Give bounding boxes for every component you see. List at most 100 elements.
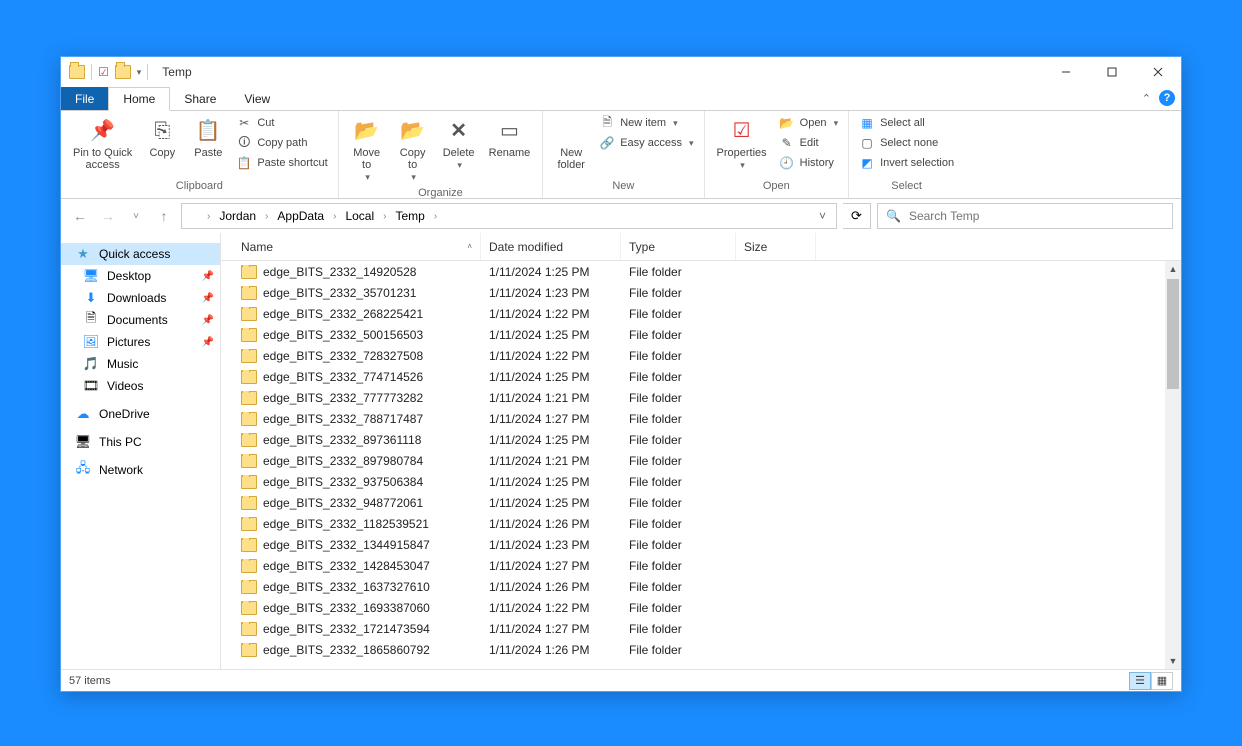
maximize-button[interactable] [1089,57,1135,87]
file-row[interactable]: edge_BITS_2332_14284530471/11/2024 1:27 … [221,555,1181,576]
file-row[interactable]: edge_BITS_2332_7777732821/11/2024 1:21 P… [221,387,1181,408]
cut-button[interactable]: ✂Cut [232,113,331,133]
breadcrumb-item[interactable]: Jordan [217,209,258,223]
tab-view[interactable]: View [230,87,284,110]
column-header-size[interactable]: Size [736,233,816,260]
column-header-type[interactable]: Type [621,233,736,260]
view-details-button[interactable]: ☰ [1129,672,1151,690]
copy-path-button[interactable]: 🛈Copy path [232,133,331,153]
folder-icon [241,349,257,363]
new-item-button[interactable]: 🗎New item▾ [595,113,697,133]
file-row[interactable]: edge_BITS_2332_16373276101/11/2024 1:26 … [221,576,1181,597]
new-folder-button[interactable]: New folder [549,113,593,175]
tab-file[interactable]: File [61,87,108,110]
file-row[interactable]: edge_BITS_2332_16933870601/11/2024 1:22 … [221,597,1181,618]
file-row[interactable]: edge_BITS_2332_9375063841/11/2024 1:25 P… [221,471,1181,492]
file-row[interactable]: edge_BITS_2332_8973611181/11/2024 1:25 P… [221,429,1181,450]
address-dropdown-icon[interactable]: ˅ [813,209,832,223]
file-row[interactable]: edge_BITS_2332_2682254211/11/2024 1:22 P… [221,303,1181,324]
recent-dropdown[interactable]: ˅ [125,205,147,227]
file-row[interactable]: edge_BITS_2332_13449158471/11/2024 1:23 … [221,534,1181,555]
back-button[interactable]: ← [69,205,91,227]
search-input[interactable] [909,209,1164,223]
sidebar-downloads[interactable]: ⬇Downloads📌 [61,287,220,309]
rename-button[interactable]: ▭Rename [483,113,537,163]
paste-shortcut-button[interactable]: 📋Paste shortcut [232,153,331,173]
file-date: 1/11/2024 1:26 PM [481,643,621,657]
sidebar-network[interactable]: 🖧Network [61,459,220,481]
file-row[interactable]: edge_BITS_2332_7747145261/11/2024 1:25 P… [221,366,1181,387]
address-bar[interactable]: › Jordan› AppData› Local› Temp› ˅ [181,203,837,229]
properties-button[interactable]: ☑Properties▾ [711,113,773,175]
qat-save-icon[interactable]: ☑ [98,65,109,79]
move-to-button[interactable]: 📂Move to▾ [345,113,389,187]
help-icon[interactable]: ? [1159,90,1175,106]
file-row[interactable]: edge_BITS_2332_8979807841/11/2024 1:21 P… [221,450,1181,471]
vertical-scrollbar[interactable]: ▲ ▼ [1165,261,1181,669]
delete-button[interactable]: ✕Delete▾ [437,113,481,175]
refresh-button[interactable]: ⟳ [843,203,871,229]
minimize-button[interactable] [1043,57,1089,87]
folder-icon [241,601,257,615]
qat-newfolder-icon[interactable] [115,65,131,79]
scroll-up-icon: ▲ [1165,261,1181,277]
file-row[interactable]: edge_BITS_2332_9487720611/11/2024 1:25 P… [221,492,1181,513]
sidebar-quick-access[interactable]: ★Quick access [61,243,220,265]
edit-button[interactable]: ✎Edit [775,133,842,153]
file-row[interactable]: edge_BITS_2332_11825395211/11/2024 1:26 … [221,513,1181,534]
ribbon-group-select: ▦Select all ▢Select none ◩Invert selecti… [849,111,964,198]
pin-icon: 📌 [89,117,117,145]
music-icon: 🎵 [83,356,99,372]
pc-icon: 🖥 [75,434,91,450]
sidebar-pictures[interactable]: 🖼Pictures📌 [61,331,220,353]
sidebar-documents[interactable]: 🗎Documents📌 [61,309,220,331]
file-row[interactable]: edge_BITS_2332_357012311/11/2024 1:23 PM… [221,282,1181,303]
column-header-date[interactable]: Date modified [481,233,621,260]
tab-share[interactable]: Share [170,87,230,110]
folder-icon [241,643,257,657]
select-none-button[interactable]: ▢Select none [855,133,958,153]
up-button[interactable]: ↑ [153,205,175,227]
folder-icon [241,538,257,552]
column-header-name[interactable]: Name˄ [233,233,481,260]
folder-icon [241,559,257,573]
search-box[interactable]: 🔍 [877,203,1173,229]
copy-button[interactable]: ⎘ Copy [140,113,184,163]
file-row[interactable]: edge_BITS_2332_7887174871/11/2024 1:27 P… [221,408,1181,429]
sidebar: ★Quick access 🖥Desktop📌 ⬇Downloads📌 🗎Doc… [61,233,221,669]
history-button[interactable]: 🕘History [775,153,842,173]
easy-access-button[interactable]: 🔗Easy access▾ [595,133,697,153]
sidebar-onedrive[interactable]: ☁OneDrive [61,403,220,425]
sidebar-videos[interactable]: 🎞Videos [61,375,220,397]
invert-selection-button[interactable]: ◩Invert selection [855,153,958,173]
sidebar-desktop[interactable]: 🖥Desktop📌 [61,265,220,287]
file-row[interactable]: edge_BITS_2332_18658607921/11/2024 1:26 … [221,639,1181,660]
collapse-ribbon-icon[interactable]: ⌃ [1142,92,1151,105]
paste-button[interactable]: 📋 Paste [186,113,230,163]
new-folder-icon [557,117,585,145]
open-button[interactable]: 📂Open▾ [775,113,842,133]
breadcrumb-item[interactable]: AppData [275,209,326,223]
file-type: File folder [621,496,736,510]
sidebar-this-pc[interactable]: 🖥This PC [61,431,220,453]
file-row[interactable]: edge_BITS_2332_5001565031/11/2024 1:25 P… [221,324,1181,345]
select-all-button[interactable]: ▦Select all [855,113,958,133]
breadcrumb-item[interactable]: Temp [393,209,426,223]
pin-to-quick-access-button[interactable]: 📌 Pin to Quick access [67,113,138,175]
qat-dropdown-icon[interactable]: ▾ [137,67,142,78]
view-thumbnails-button[interactable]: ▦ [1151,672,1173,690]
forward-button[interactable]: → [97,205,119,227]
tab-home[interactable]: Home [108,87,170,111]
sidebar-music[interactable]: 🎵Music [61,353,220,375]
breadcrumb-item[interactable]: Local [343,209,376,223]
folder-icon [241,580,257,594]
file-row[interactable]: edge_BITS_2332_149205281/11/2024 1:25 PM… [221,261,1181,282]
file-type: File folder [621,643,736,657]
close-button[interactable] [1135,57,1181,87]
file-name: edge_BITS_2332_897361118 [263,433,421,447]
copy-to-button[interactable]: 📂Copy to▾ [391,113,435,187]
file-row[interactable]: edge_BITS_2332_7283275081/11/2024 1:22 P… [221,345,1181,366]
delete-icon: ✕ [445,117,473,145]
file-row[interactable]: edge_BITS_2332_17214735941/11/2024 1:27 … [221,618,1181,639]
file-name: edge_BITS_2332_1693387060 [263,601,430,615]
